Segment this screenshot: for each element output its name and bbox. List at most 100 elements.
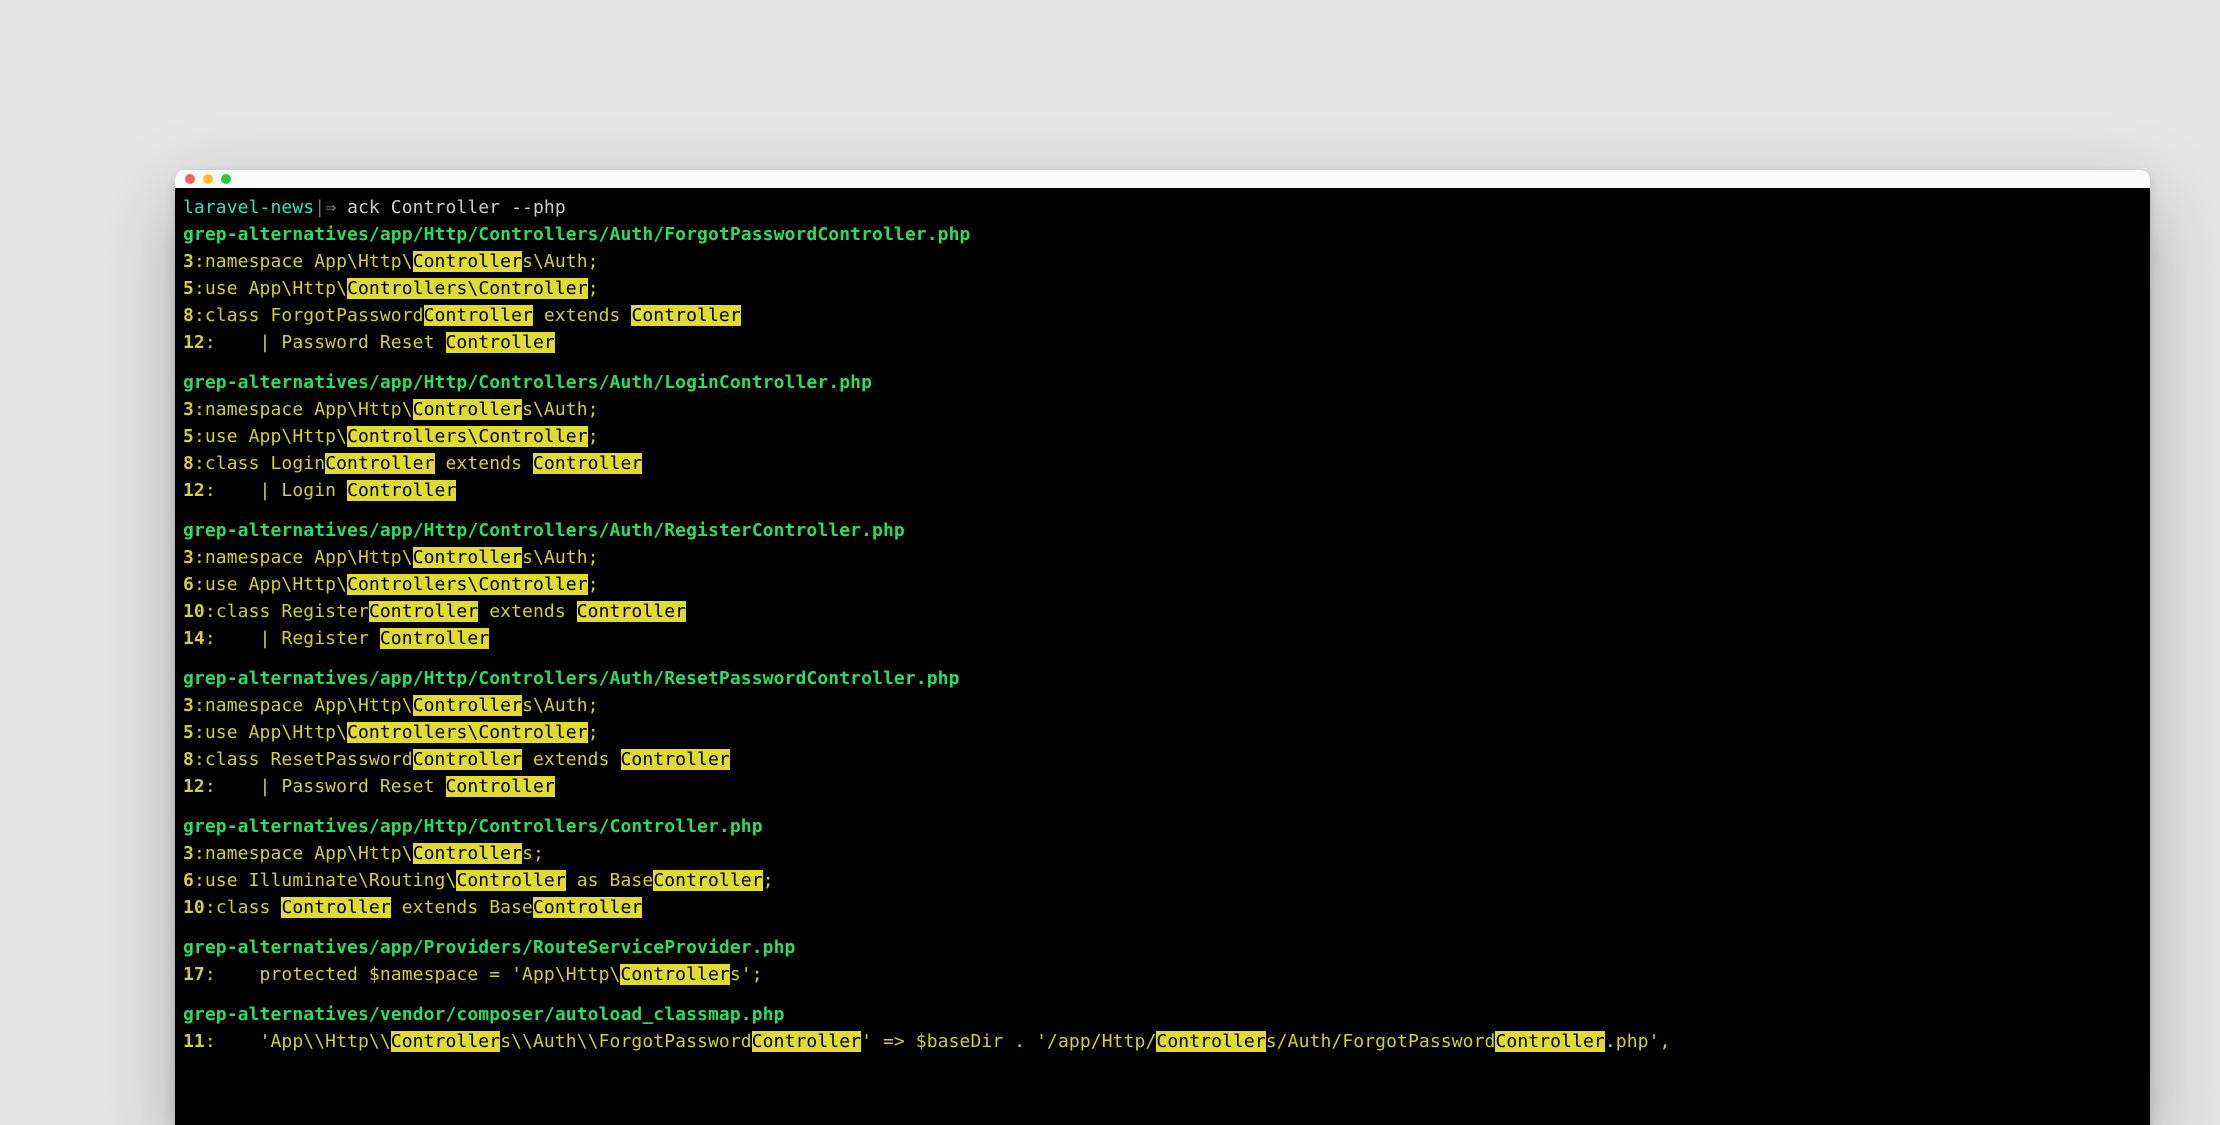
result-line: 3:namespace App\Http\Controllers\Auth; xyxy=(183,692,2142,719)
line-number: 10 xyxy=(183,897,205,918)
code-text: namespace App\Http\ xyxy=(205,399,413,420)
result-line: 3:namespace App\Http\Controllers\Auth; xyxy=(183,396,2142,423)
line-number-colon: : xyxy=(205,480,216,501)
result-file-path: grep-alternatives/app/Http/Controllers/A… xyxy=(183,517,2142,544)
code-text: namespace App\Http\ xyxy=(205,547,413,568)
match-highlight: Controller xyxy=(424,305,533,326)
close-icon[interactable] xyxy=(185,174,195,184)
code-text: | Password Reset xyxy=(216,776,446,797)
line-number-colon: : xyxy=(194,870,205,891)
code-text: use App\Http\ xyxy=(205,278,347,299)
line-number-colon: : xyxy=(194,278,205,299)
match-continuation: s\ xyxy=(456,426,478,447)
line-number: 5 xyxy=(183,278,194,299)
line-number: 3 xyxy=(183,695,194,716)
result-line: 14: | Register Controller xyxy=(183,625,2142,652)
code-text: ; xyxy=(588,426,599,447)
result-line: 3:namespace App\Http\Controllers; xyxy=(183,840,2142,867)
line-number-colon: : xyxy=(194,843,205,864)
code-text: | Register xyxy=(216,628,380,649)
line-number: 12 xyxy=(183,332,205,353)
line-number-colon: : xyxy=(205,897,216,918)
line-number-colon: : xyxy=(205,1031,216,1052)
line-number-colon: : xyxy=(205,332,216,353)
code-text: extends xyxy=(522,749,620,770)
line-number-colon: : xyxy=(194,399,205,420)
result-line: 10:class Controller extends BaseControll… xyxy=(183,894,2142,921)
code-text: s\Auth; xyxy=(522,695,599,716)
line-number-colon: : xyxy=(194,426,205,447)
result-line: 12: | Login Controller xyxy=(183,477,2142,504)
code-text: namespace App\Http\ xyxy=(205,251,413,272)
match-highlight: Controller xyxy=(413,251,522,272)
code-text: class xyxy=(216,897,282,918)
match-highlight: Controller xyxy=(413,399,522,420)
match-highlight: Controller xyxy=(347,722,456,743)
code-text: .php', xyxy=(1605,1031,1671,1052)
code-text: extends xyxy=(478,601,576,622)
line-number-colon: : xyxy=(194,547,205,568)
result-line: 8:class ResetPasswordController extends … xyxy=(183,746,2142,773)
line-number-colon: : xyxy=(194,453,205,474)
code-text: ; xyxy=(588,574,599,595)
match-highlight: Controller xyxy=(347,426,456,447)
line-number-colon: : xyxy=(194,722,205,743)
match-highlight: Controller xyxy=(1156,1031,1265,1052)
match-highlight: Controller xyxy=(533,897,642,918)
prompt-line: laravel-news|⇒ ack Controller --php xyxy=(183,194,2142,221)
match-highlight: Controller xyxy=(653,870,762,891)
zoom-icon[interactable] xyxy=(221,174,231,184)
code-text: class Register xyxy=(216,601,369,622)
code-text: protected $namespace = 'App\Http\ xyxy=(216,964,621,985)
line-number-colon: : xyxy=(205,964,216,985)
result-line: 6:use Illuminate\Routing\Controller as B… xyxy=(183,867,2142,894)
match-continuation: s\ xyxy=(456,574,478,595)
match-continuation: s\ xyxy=(456,722,478,743)
match-highlight: Controller xyxy=(752,1031,861,1052)
result-file-path: grep-alternatives/app/Providers/RouteSer… xyxy=(183,934,2142,961)
match-highlight: Controller xyxy=(347,480,456,501)
match-highlight: Controller xyxy=(456,870,565,891)
line-number: 8 xyxy=(183,749,194,770)
line-number: 8 xyxy=(183,305,194,326)
prompt-host: laravel-news xyxy=(183,197,314,218)
terminal-output[interactable]: laravel-news|⇒ ack Controller --php grep-… xyxy=(175,188,2150,1125)
code-text: ' => $baseDir . '/app/Http/ xyxy=(861,1031,1156,1052)
match-highlight: Controller xyxy=(631,305,740,326)
line-number: 3 xyxy=(183,843,194,864)
match-highlight: Controller xyxy=(446,332,555,353)
result-file-path: grep-alternatives/app/Http/Controllers/C… xyxy=(183,813,2142,840)
result-file-path: grep-alternatives/app/Http/Controllers/A… xyxy=(183,665,2142,692)
match-highlight: Controller xyxy=(391,1031,500,1052)
line-number: 10 xyxy=(183,601,205,622)
code-text: namespace App\Http\ xyxy=(205,843,413,864)
code-text: 'App\\Http\\ xyxy=(216,1031,391,1052)
code-text: use App\Http\ xyxy=(205,722,347,743)
line-number-colon: : xyxy=(194,574,205,595)
match-highlight: Controller xyxy=(281,897,390,918)
result-line: 6:use App\Http\Controllers\Controller; xyxy=(183,571,2142,598)
line-number: 17 xyxy=(183,964,205,985)
result-line: 8:class LoginController extends Controll… xyxy=(183,450,2142,477)
minimize-icon[interactable] xyxy=(203,174,213,184)
line-number: 12 xyxy=(183,776,205,797)
code-text: s\Auth; xyxy=(522,251,599,272)
line-number: 3 xyxy=(183,399,194,420)
code-text: class ResetPassword xyxy=(205,749,413,770)
match-highlight: Controller xyxy=(369,601,478,622)
line-number-colon: : xyxy=(194,749,205,770)
result-line: 12: | Password Reset Controller xyxy=(183,773,2142,800)
code-text: namespace App\Http\ xyxy=(205,695,413,716)
match-highlight: Controller xyxy=(347,574,456,595)
code-text: ; xyxy=(588,278,599,299)
line-number: 3 xyxy=(183,547,194,568)
match-highlight: Controller xyxy=(413,695,522,716)
line-number: 5 xyxy=(183,426,194,447)
result-line: 17: protected $namespace = 'App\Http\Con… xyxy=(183,961,2142,988)
result-file-path: grep-alternatives/vendor/composer/autolo… xyxy=(183,1001,2142,1028)
line-number: 5 xyxy=(183,722,194,743)
match-highlight: Controller xyxy=(478,722,587,743)
code-text: s\Auth; xyxy=(522,399,599,420)
match-highlight: Controller xyxy=(347,278,456,299)
match-highlight: Controller xyxy=(413,749,522,770)
